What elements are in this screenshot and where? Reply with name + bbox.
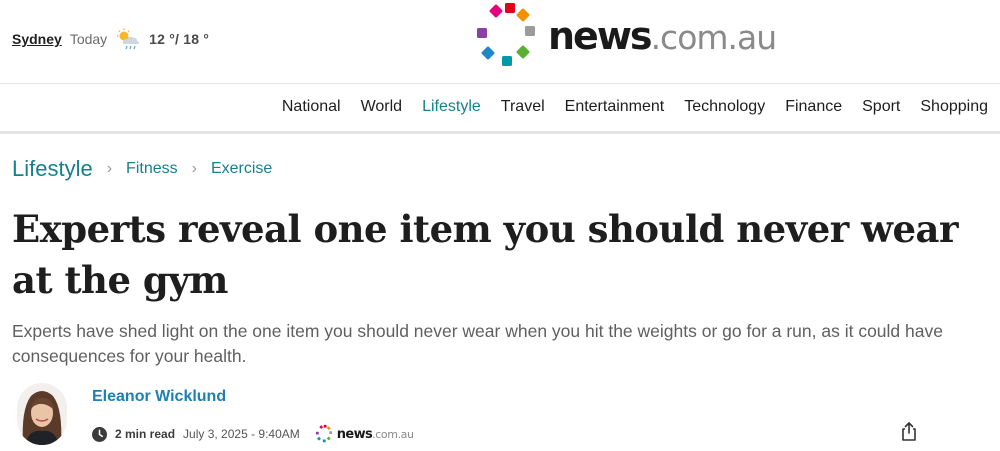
partly-cloudy-rain-icon bbox=[117, 28, 139, 50]
source-logo: news .com.au bbox=[314, 424, 414, 444]
publish-date: July 3, 2025 - 9:40AM bbox=[183, 427, 300, 441]
nav-item-finance[interactable]: Finance bbox=[785, 98, 842, 116]
weather-day: Today bbox=[69, 31, 108, 47]
chevron-right-icon: › bbox=[191, 160, 197, 177]
breadcrumb: Lifestyle › Fitness › Exercise bbox=[12, 156, 272, 182]
nav-item-shopping[interactable]: Shopping bbox=[920, 98, 988, 116]
site-logo[interactable]: news .com.au bbox=[470, 3, 778, 69]
weather-widget[interactable]: Sydney Today 12 °/ 18 ° bbox=[12, 28, 209, 50]
nav-item-national[interactable]: National bbox=[282, 98, 341, 116]
source-logo-news: news bbox=[336, 426, 373, 442]
logo-dot bbox=[489, 4, 503, 18]
breadcrumb-lifestyle[interactable]: Lifestyle bbox=[12, 156, 93, 182]
chevron-right-icon: › bbox=[106, 160, 113, 177]
logo-dot bbox=[516, 8, 530, 22]
author-avatar[interactable] bbox=[17, 383, 67, 445]
logo-dot bbox=[525, 26, 535, 36]
author-name[interactable]: Eleanor Wicklund bbox=[92, 388, 226, 406]
clock-icon bbox=[92, 426, 107, 442]
logo-dot bbox=[322, 439, 326, 443]
logo-word-news: news bbox=[548, 14, 653, 58]
logo-dot bbox=[316, 436, 321, 441]
weather-temperature: 12 °/ 18 ° bbox=[149, 31, 210, 47]
weather-city[interactable]: Sydney bbox=[12, 31, 62, 47]
article-headline: Experts reveal one item you should never… bbox=[12, 207, 958, 302]
logo-dot bbox=[329, 431, 332, 434]
article-meta: 2 min read July 3, 2025 - 9:40AM news .c… bbox=[92, 424, 414, 444]
news-logo-small-icon bbox=[315, 424, 332, 443]
main-nav: National World Lifestyle Travel Entertainmen… bbox=[0, 84, 1000, 134]
breadcrumb-fitness[interactable]: Fitness bbox=[126, 160, 178, 178]
nav-item-entertainment[interactable]: Entertainment bbox=[565, 98, 665, 116]
article-standfirst: Experts have shed light on the one item … bbox=[12, 321, 943, 366]
source-logo-domain: .com.au bbox=[372, 427, 414, 441]
logo-dot bbox=[315, 431, 319, 435]
nav-item-travel[interactable]: Travel bbox=[501, 98, 545, 116]
breadcrumb-exercise[interactable]: Exercise bbox=[211, 160, 272, 178]
logo-dot bbox=[505, 3, 515, 13]
read-time: 2 min read bbox=[115, 427, 176, 441]
top-bar: Sydney Today 12 °/ 18 ° news .com.au bbox=[0, 0, 1000, 84]
logo-dot bbox=[323, 424, 327, 428]
nav-item-sport[interactable]: Sport bbox=[862, 98, 900, 116]
nav-item-world[interactable]: World bbox=[361, 98, 403, 116]
nav-item-lifestyle[interactable]: Lifestyle bbox=[422, 98, 481, 116]
logo-dot bbox=[319, 425, 323, 429]
share-icon[interactable] bbox=[900, 421, 918, 441]
logo-dot bbox=[481, 46, 495, 60]
news-logo-mark-icon bbox=[477, 3, 535, 66]
logo-dot bbox=[516, 45, 530, 59]
logo-dot bbox=[326, 426, 331, 430]
logo-dot bbox=[502, 56, 512, 66]
logo-word-domain: .com.au bbox=[650, 18, 778, 57]
nav-list: National World Lifestyle Travel Entertainmen… bbox=[262, 98, 988, 116]
logo-dot bbox=[326, 436, 331, 441]
nav-item-technology[interactable]: Technology bbox=[684, 98, 765, 116]
logo-dot bbox=[477, 28, 487, 38]
